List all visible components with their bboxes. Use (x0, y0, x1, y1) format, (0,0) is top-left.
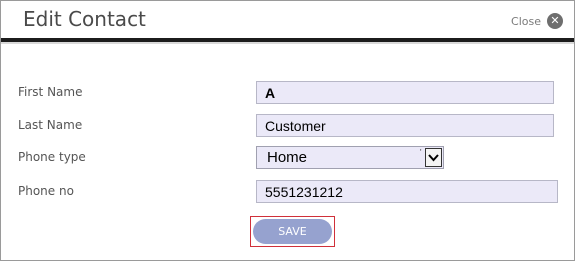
header-divider-shadow (1, 42, 574, 44)
chevron-down-icon[interactable] (425, 148, 442, 167)
phone-no-label: Phone no (18, 184, 74, 198)
save-button-focus-outline: SAVE (250, 216, 335, 247)
phone-no-field[interactable]: 5551231212 (256, 180, 558, 203)
last-name-label: Last Name (18, 118, 83, 132)
phone-type-label: Phone type (18, 150, 86, 164)
dialog-title: Edit Contact (23, 7, 146, 31)
last-name-field[interactable]: Customer (256, 114, 554, 137)
first-name-label: First Name (18, 85, 83, 99)
save-button[interactable]: SAVE (253, 219, 332, 244)
phone-type-selected-value: Home (267, 149, 308, 166)
edit-contact-dialog: Edit Contact Close ✕ First Name A Last N… (0, 0, 575, 261)
close-icon[interactable]: ✕ (547, 13, 563, 29)
first-name-field[interactable]: A (256, 81, 554, 104)
close-label[interactable]: Close (511, 15, 541, 28)
dialog-header: Edit Contact Close ✕ (1, 1, 574, 38)
phone-type-select[interactable]: Home ' (256, 146, 444, 169)
select-tick-mark: ' (420, 148, 422, 157)
close-button[interactable]: Close ✕ (511, 12, 563, 30)
